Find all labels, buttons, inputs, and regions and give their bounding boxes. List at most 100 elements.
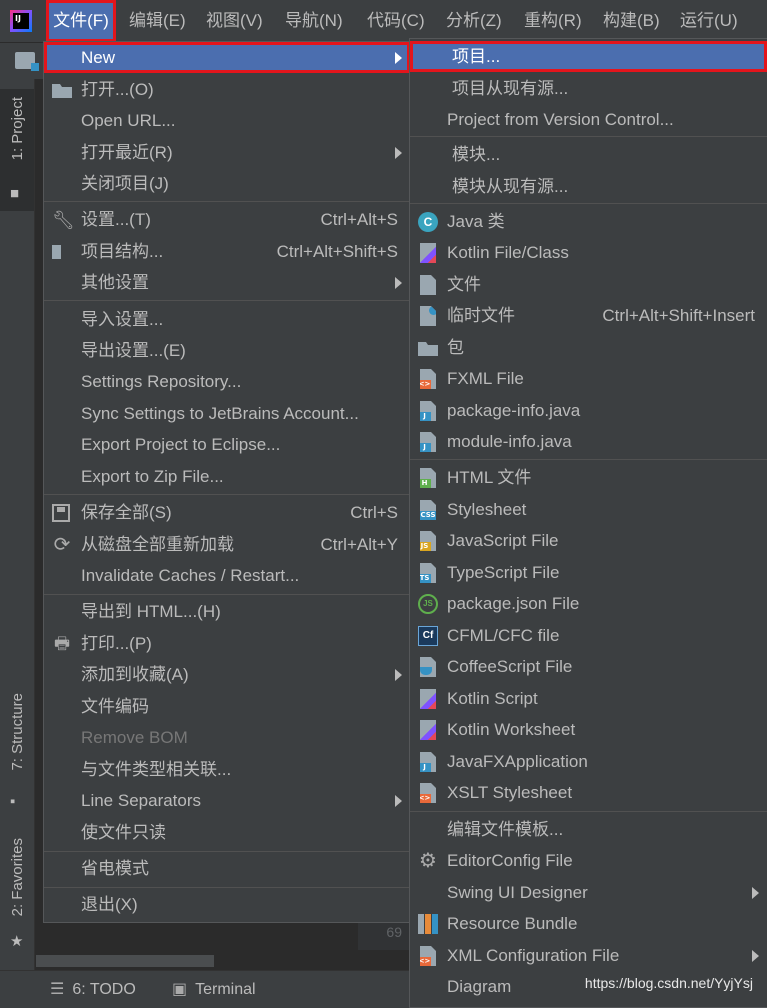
menu-code[interactable]: 代码(C) [367, 0, 425, 42]
package-icon [418, 342, 438, 356]
menu-item-javascript[interactable]: JS JavaScript File [410, 525, 767, 556]
menu-item-javafx[interactable]: J JavaFXApplication [410, 746, 767, 777]
menu-item-xml-config[interactable]: <> XML Configuration File [410, 940, 767, 971]
menu-item-exit[interactable]: 退出(X) [44, 889, 410, 920]
menu-item-invalidate-caches[interactable]: Invalidate Caches / Restart... [44, 560, 410, 591]
menu-item-new-project[interactable]: 项目... [410, 41, 767, 72]
menu-item-add-favorites[interactable]: 添加到收藏(A) [44, 659, 410, 690]
kotlin-file-icon [420, 243, 436, 263]
menu-refactor[interactable]: 重构(R) [524, 0, 582, 42]
menu-item-package-info[interactable]: Jpackage-info.java [410, 395, 767, 426]
menu-item-file-encoding[interactable]: 文件编码 [44, 691, 410, 722]
menu-analyze[interactable]: 分析(Z) [446, 0, 502, 42]
menu-item-typescript[interactable]: TS TypeScript File [410, 557, 767, 588]
menu-run[interactable]: 运行(U) [680, 0, 738, 42]
resource-bundle-icon [418, 914, 438, 934]
menu-item-line-separators[interactable]: Line Separators [44, 785, 410, 816]
menu-item-package[interactable]: 包 [410, 332, 767, 363]
menu-item-associate-file-type[interactable]: 与文件类型相关联... [44, 754, 410, 785]
menu-item-import-settings[interactable]: 导入设置... [44, 304, 410, 335]
menu-item-swing-designer[interactable]: Swing UI Designer [410, 877, 767, 908]
add-favorites-label: 添加到收藏(A) [81, 665, 189, 684]
separator [410, 459, 767, 460]
menu-item-xslt[interactable]: <> XSLT Stylesheet [410, 777, 767, 808]
editor-gutter: 69 [358, 920, 410, 950]
menu-item-project-structure[interactable]: 项目结构... Ctrl+Alt+Shift+S [44, 236, 410, 267]
menu-file[interactable]: 文件(F) [46, 0, 116, 42]
sync-settings-label: Sync Settings to JetBrains Account... [81, 404, 359, 423]
menu-item-reload-from-disk[interactable]: ⟳ 从磁盘全部重新加载 Ctrl+Alt+Y [44, 529, 410, 560]
menu-item-export-html[interactable]: 导出到 HTML...(H) [44, 596, 410, 627]
settings-repo-label: Settings Repository... [81, 372, 242, 391]
menu-item-open[interactable]: 打开...(O) [44, 74, 410, 105]
menu-item-java-class[interactable]: C Java 类 [410, 206, 767, 237]
menu-item-kotlin-worksheet[interactable]: Kotlin Worksheet [410, 714, 767, 745]
structure-icon: ▪ [10, 793, 16, 810]
menu-item-module-existing[interactable]: 模块从现有源... [410, 171, 767, 202]
menu-item-other-settings[interactable]: 其他设置 [44, 267, 410, 298]
menu-navigate[interactable]: 导航(N) [285, 0, 343, 42]
menu-item-package-json[interactable]: JS package.json File [410, 588, 767, 619]
menu-item-settings-repository[interactable]: Settings Repository... [44, 366, 410, 397]
new-submenu: 项目... 项目从现有源... Project from Version Con… [410, 39, 767, 1007]
horizontal-scrollbar[interactable] [36, 955, 214, 967]
xml-file-icon: <> [420, 946, 436, 966]
folder-icon: ■ [10, 185, 20, 202]
refresh-icon: ⟳ [53, 534, 71, 556]
menu-item-fxml[interactable]: <> FXML File [410, 363, 767, 394]
menu-item-project-vcs[interactable]: Project from Version Control... [410, 104, 767, 135]
java-file-icon: J [420, 401, 436, 421]
menu-item-project-existing[interactable]: 项目从现有源... [410, 73, 767, 104]
menu-item-open-recent[interactable]: 打开最近(R) [44, 137, 410, 168]
tab-project[interactable]: 1: Project ■ [0, 89, 34, 211]
menu-item-module-info[interactable]: Jmodule-info.java [410, 426, 767, 457]
import-settings-label: 导入设置... [81, 310, 164, 329]
submenu-arrow-icon [752, 887, 759, 899]
menu-item-export-settings[interactable]: 导出设置...(E) [44, 335, 410, 366]
submenu-arrow-icon [395, 52, 402, 64]
todo-tab[interactable]: ☰ 6: TODO [50, 971, 136, 1008]
menu-item-editorconfig[interactable]: ⚙ EditorConfig File [410, 845, 767, 876]
submenu-arrow-icon [395, 669, 402, 681]
menu-item-file[interactable]: 文件 [410, 269, 767, 300]
menu-item-close-project[interactable]: 关闭项目(J) [44, 168, 410, 199]
menu-item-module[interactable]: 模块... [410, 139, 767, 170]
menu-item-stylesheet[interactable]: CSS Stylesheet [410, 494, 767, 525]
menu-item-scratch-file[interactable]: 临时文件 Ctrl+Alt+Shift+Insert [410, 300, 767, 331]
tab-favorites-label: 2: Favorites [9, 838, 26, 917]
open-label: 打开...(O) [81, 80, 154, 99]
line-separators-label: Line Separators [81, 791, 202, 810]
menu-item-export-zip[interactable]: Export to Zip File... [44, 461, 410, 492]
menu-item-open-url[interactable]: Open URL... [44, 105, 410, 136]
power-save-label: 省电模式 [81, 859, 149, 878]
menu-item-html[interactable]: H HTML 文件 [410, 462, 767, 493]
tab-favorites[interactable]: 2: Favorites ★ [0, 834, 34, 959]
xml-config-label: XML Configuration File [447, 946, 620, 965]
tab-structure[interactable]: 7: Structure ▪ [0, 689, 34, 814]
terminal-tab[interactable]: ▣ Terminal [172, 971, 256, 1008]
html-label: HTML 文件 [447, 468, 532, 487]
menu-item-print[interactable]: 🖶 打印...(P) [44, 628, 410, 659]
close-project-label: 关闭项目(J) [81, 174, 169, 193]
menu-item-resource-bundle[interactable]: Resource Bundle [410, 908, 767, 939]
separator [44, 594, 410, 595]
menu-item-power-save[interactable]: 省电模式 [44, 853, 410, 884]
menu-item-kotlin-script[interactable]: Kotlin Script [410, 683, 767, 714]
menu-edit[interactable]: 编辑(E) [129, 0, 186, 42]
menu-item-sync-settings[interactable]: Sync Settings to JetBrains Account... [44, 398, 410, 429]
icon-tag: J [420, 443, 431, 452]
menu-build[interactable]: 构建(B) [603, 0, 660, 42]
menu-item-settings[interactable]: 🔧︎ 设置...(T) Ctrl+Alt+S [44, 204, 410, 235]
project-structure-icon[interactable] [15, 52, 39, 71]
shortcut: Ctrl+Alt+Y [320, 535, 398, 554]
menu-item-make-readonly[interactable]: 使文件只读 [44, 817, 410, 848]
menu-item-new[interactable]: New [44, 42, 410, 73]
menu-view[interactable]: 视图(V) [206, 0, 263, 42]
menu-item-edit-templates[interactable]: 编辑文件模板... [410, 814, 767, 845]
menu-item-save-all[interactable]: 保存全部(S) Ctrl+S [44, 497, 410, 528]
menu-item-kotlin-file[interactable]: Kotlin File/Class [410, 237, 767, 268]
menu-item-export-eclipse[interactable]: Export Project to Eclipse... [44, 429, 410, 460]
menu-item-coffeescript[interactable]: CoffeeScript File [410, 651, 767, 682]
css-file-icon: CSS [420, 500, 436, 520]
menu-item-cfml[interactable]: Cf CFML/CFC file [410, 620, 767, 651]
